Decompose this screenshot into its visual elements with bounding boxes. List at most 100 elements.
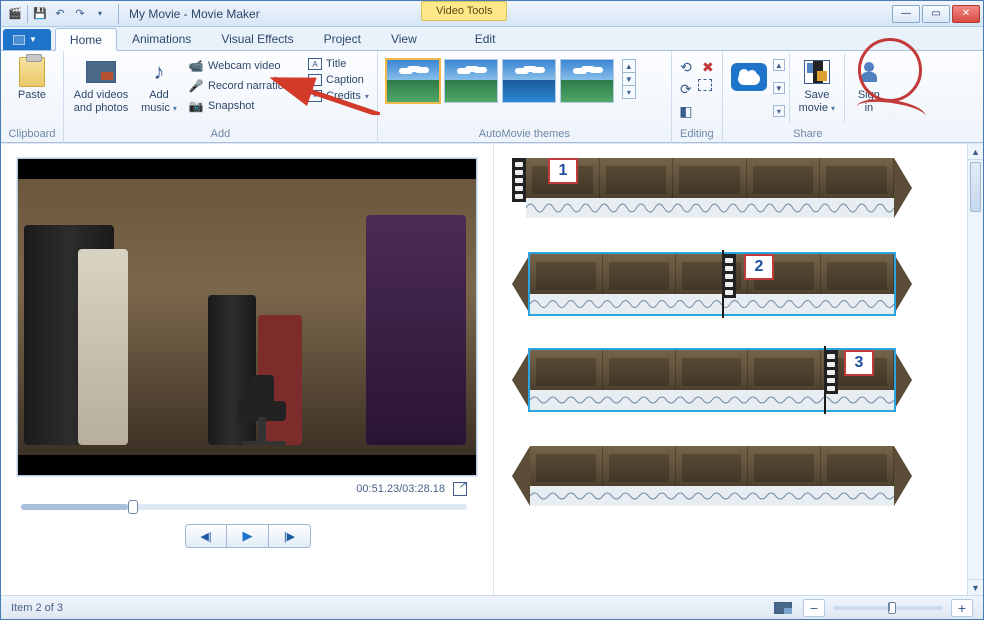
timeline-clip[interactable]: 3 — [512, 350, 912, 422]
select-all-icon[interactable] — [698, 79, 712, 91]
zoom-in-button[interactable]: + — [951, 599, 973, 617]
video-thumbnail-icon — [86, 61, 116, 83]
title-button[interactable]: ATitle — [304, 57, 373, 71]
chevron-down-icon: ▼ — [29, 35, 37, 44]
annotation-marker-3: 3 — [844, 350, 874, 376]
group-label-clipboard: Clipboard — [5, 126, 59, 143]
share-up-icon[interactable]: ▲ — [773, 59, 785, 71]
scroll-up-icon[interactable]: ▲ — [968, 144, 983, 160]
share-more-icon[interactable]: ▾ — [773, 105, 785, 117]
zoom-slider[interactable] — [833, 606, 943, 610]
tab-view[interactable]: View — [376, 27, 432, 50]
video-preview[interactable] — [17, 158, 477, 476]
play-button[interactable]: ▶ — [227, 524, 269, 548]
rotate-right-icon[interactable]: ⟳ — [676, 79, 696, 99]
group-label-editing: Editing — [676, 126, 718, 143]
music-note-icon: ♪ — [143, 57, 175, 87]
caption-icon: A — [308, 74, 322, 86]
sign-in-button[interactable]: Sign in — [849, 53, 889, 118]
view-thumbnails-icon[interactable] — [774, 602, 792, 614]
camera-icon: 📷 — [188, 98, 204, 114]
group-label-themes: AutoMovie themes — [382, 126, 667, 143]
save-icon[interactable]: 💾 — [32, 6, 48, 22]
tab-edit[interactable]: Edit — [460, 27, 511, 50]
tab-bar: ▼ Home Animations Visual Effects Project… — [1, 27, 983, 51]
timeline-clip[interactable]: 1 — [512, 158, 912, 230]
theme-gallery-scroller[interactable]: ▲ ▼ ▾ — [622, 59, 636, 98]
maximize-button[interactable]: ▭ — [922, 5, 950, 23]
group-add: Add videos and photos ♪ Add music ▾ 📹Web… — [64, 51, 378, 143]
group-automovie-themes: ▲ ▼ ▾ AutoMovie themes — [378, 51, 672, 143]
status-item-text: Item 2 of 3 — [11, 602, 63, 614]
app-icon: 🎬 — [7, 6, 23, 22]
add-music-button[interactable]: ♪ Add music ▾ — [136, 53, 182, 118]
onedrive-icon[interactable] — [731, 63, 767, 91]
film-perforation-icon — [722, 254, 736, 298]
save-movie-button[interactable]: Save movie ▾ — [794, 53, 840, 118]
next-frame-button[interactable]: |▶ — [269, 524, 311, 548]
snapshot-button[interactable]: 📷Snapshot — [184, 97, 302, 115]
seek-thumb[interactable] — [128, 500, 138, 514]
film-perforation-icon — [824, 350, 838, 394]
undo-icon[interactable]: ↶ — [52, 6, 68, 22]
scroll-thumb[interactable] — [970, 162, 981, 212]
prev-frame-button[interactable]: ◀| — [185, 524, 227, 548]
timeline-clip[interactable] — [512, 446, 912, 518]
seek-slider[interactable] — [21, 504, 467, 510]
zoom-out-button[interactable]: − — [803, 599, 825, 617]
title-icon: A — [308, 58, 322, 70]
credits-icon: ≡ — [308, 90, 322, 102]
window-title: My Movie - Movie Maker — [129, 7, 260, 21]
ribbon: Paste Clipboard Add videos and photos ♪ … — [1, 51, 983, 143]
scroll-down-icon[interactable]: ▼ — [968, 579, 983, 595]
close-button[interactable]: ✕ — [952, 5, 980, 23]
group-label-share: Share — [727, 126, 889, 143]
webcam-video-button[interactable]: 📹Webcam video — [184, 57, 302, 75]
record-narration-button[interactable]: 🎤Record narration ▾ — [184, 77, 302, 95]
microphone-icon: 🎤 — [188, 78, 204, 94]
theme-thumb-2[interactable] — [444, 59, 498, 103]
paste-button[interactable]: Paste — [5, 53, 59, 106]
theme-thumb-3[interactable] — [502, 59, 556, 103]
redo-icon[interactable]: ↷ — [72, 6, 88, 22]
tab-home[interactable]: Home — [55, 28, 117, 51]
flip-icon[interactable]: ◧ — [676, 101, 696, 121]
group-share: ▲ ▼ ▾ Save movie ▾ Sign in Share — [723, 51, 893, 143]
film-perforation-icon — [512, 158, 526, 202]
vertical-scrollbar[interactable]: ▲ ▼ — [967, 144, 983, 595]
tab-project[interactable]: Project — [309, 27, 376, 50]
credits-button[interactable]: ≡Credits ▾ — [304, 89, 373, 103]
caption-button[interactable]: ACaption — [304, 73, 373, 87]
clipboard-icon — [19, 57, 45, 87]
group-editing: ⟲ ✖ ⟳ ◧ Editing — [672, 51, 723, 143]
gallery-down-icon[interactable]: ▼ — [622, 72, 636, 86]
add-videos-button[interactable]: Add videos and photos — [68, 53, 134, 118]
group-label-add: Add — [68, 126, 373, 143]
annotation-marker-1: 1 — [548, 158, 578, 184]
contextual-tab-header: Video Tools — [421, 1, 507, 21]
gallery-more-icon[interactable]: ▾ — [622, 85, 636, 99]
group-clipboard: Paste Clipboard — [1, 51, 64, 143]
quick-access-toolbar: 🎬 💾 ↶ ↷ ▾ — [1, 5, 114, 23]
tab-animations[interactable]: Animations — [117, 27, 206, 50]
timeline-clip[interactable]: 2 — [512, 254, 912, 326]
status-bar: Item 2 of 3 − + — [1, 595, 983, 619]
timeline-pane: ▲ ▼ 1 — [493, 144, 983, 595]
gallery-up-icon[interactable]: ▲ — [622, 59, 636, 73]
file-thumbnail-icon — [13, 35, 25, 45]
qat-customize-icon[interactable]: ▾ — [92, 6, 108, 22]
theme-thumb-1[interactable] — [386, 59, 440, 103]
title-bar: 🎬 💾 ↶ ↷ ▾ My Movie - Movie Maker Video T… — [1, 1, 983, 27]
person-icon — [859, 62, 879, 82]
minimize-button[interactable]: — — [892, 5, 920, 23]
timecode-display: 00:51.23/03:28.18 — [17, 476, 479, 498]
preview-pane: 00:51.23/03:28.18 ◀| ▶ |▶ — [1, 144, 493, 595]
annotation-marker-2: 2 — [744, 254, 774, 280]
rotate-left-icon[interactable]: ⟲ — [676, 57, 696, 77]
fullscreen-icon[interactable] — [453, 482, 467, 496]
theme-thumb-4[interactable] — [560, 59, 614, 103]
tab-visual-effects[interactable]: Visual Effects — [206, 27, 308, 50]
delete-icon[interactable]: ✖ — [698, 57, 718, 77]
file-menu-button[interactable]: ▼ — [3, 29, 51, 50]
share-down-icon[interactable]: ▼ — [773, 82, 785, 94]
